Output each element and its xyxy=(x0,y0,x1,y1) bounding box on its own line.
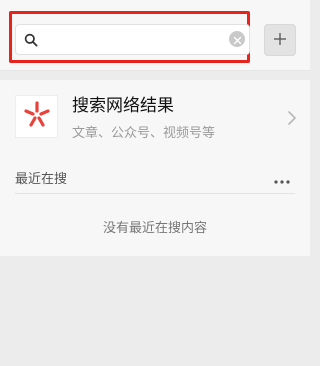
search-suggestions-panel: 搜索网络结果 文章、公众号、视频号等 最近在搜 没有最近在搜内容 xyxy=(0,80,310,256)
search-box[interactable] xyxy=(15,24,250,55)
recent-searches-title: 最近在搜 xyxy=(15,172,68,187)
web-search-logo xyxy=(15,95,58,138)
clear-button[interactable] xyxy=(229,31,245,47)
search-input[interactable] xyxy=(44,29,224,50)
web-search-title: 搜索网络结果 xyxy=(72,96,174,116)
search-logo-icon xyxy=(23,100,51,133)
web-search-subtitle: 文章、公众号、视频号等 xyxy=(72,126,216,141)
search-header xyxy=(0,0,310,70)
recent-searches-header: 最近在搜 xyxy=(15,168,295,188)
recent-empty-message: 没有最近在搜内容 xyxy=(102,221,207,236)
header-divider xyxy=(0,70,310,71)
more-button[interactable] xyxy=(273,172,291,184)
recent-divider xyxy=(15,193,295,194)
add-button[interactable] xyxy=(264,24,296,56)
web-search-result[interactable]: 搜索网络结果 文章、公众号、视频号等 xyxy=(0,80,310,158)
chevron-right-icon xyxy=(286,109,298,127)
clear-icon xyxy=(233,30,242,49)
more-icon xyxy=(273,172,291,191)
search-icon xyxy=(24,32,38,47)
plus-icon xyxy=(273,31,287,50)
